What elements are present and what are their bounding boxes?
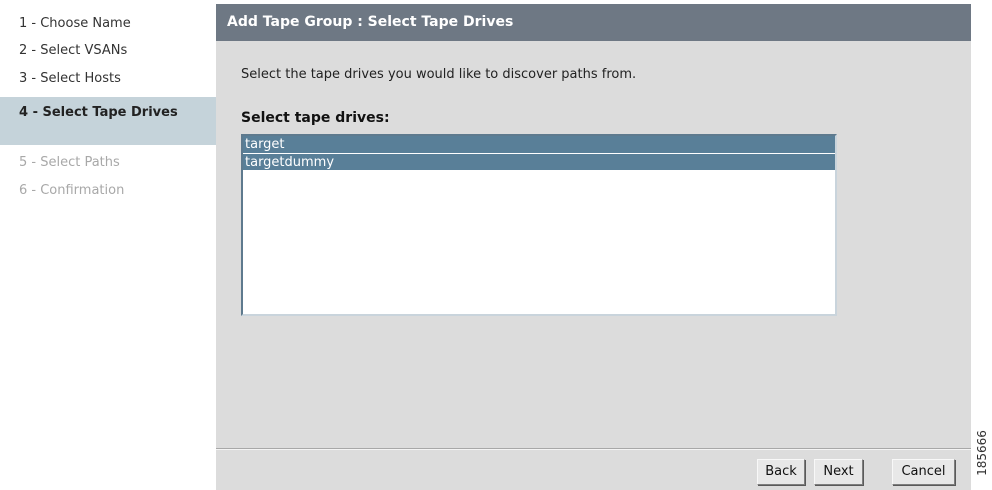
tape-drives-listbox[interactable]: target targetdummy [241, 134, 837, 316]
figure-number: 185666 [972, 423, 992, 483]
wizard-steps-sidebar: 1 - Choose Name 2 - Select VSANs 3 - Sel… [0, 0, 216, 490]
list-item-target[interactable]: target [243, 136, 835, 153]
figure-number-text: 185666 [975, 430, 989, 476]
step-select-tape-drives: 4 - Select Tape Drives [0, 97, 216, 145]
step-select-vsans[interactable]: 2 - Select VSANs [19, 43, 127, 58]
step-choose-name[interactable]: 1 - Choose Name [19, 16, 131, 31]
tape-drives-label: Select tape drives: [241, 110, 390, 126]
back-button[interactable]: Back [757, 459, 805, 485]
footer-divider [216, 448, 971, 450]
cancel-button[interactable]: Cancel [892, 459, 955, 485]
step-select-paths: 5 - Select Paths [19, 155, 120, 170]
panel-title: Add Tape Group : Select Tape Drives [216, 4, 971, 41]
panel-description: Select the tape drives you would like to… [241, 67, 637, 82]
step-confirmation: 6 - Confirmation [19, 183, 125, 198]
step-select-hosts[interactable]: 3 - Select Hosts [19, 71, 121, 86]
next-button[interactable]: Next [814, 459, 863, 485]
wizard-panel: Add Tape Group : Select Tape Drives Sele… [216, 4, 971, 490]
list-item-targetdummy[interactable]: targetdummy [243, 153, 835, 170]
